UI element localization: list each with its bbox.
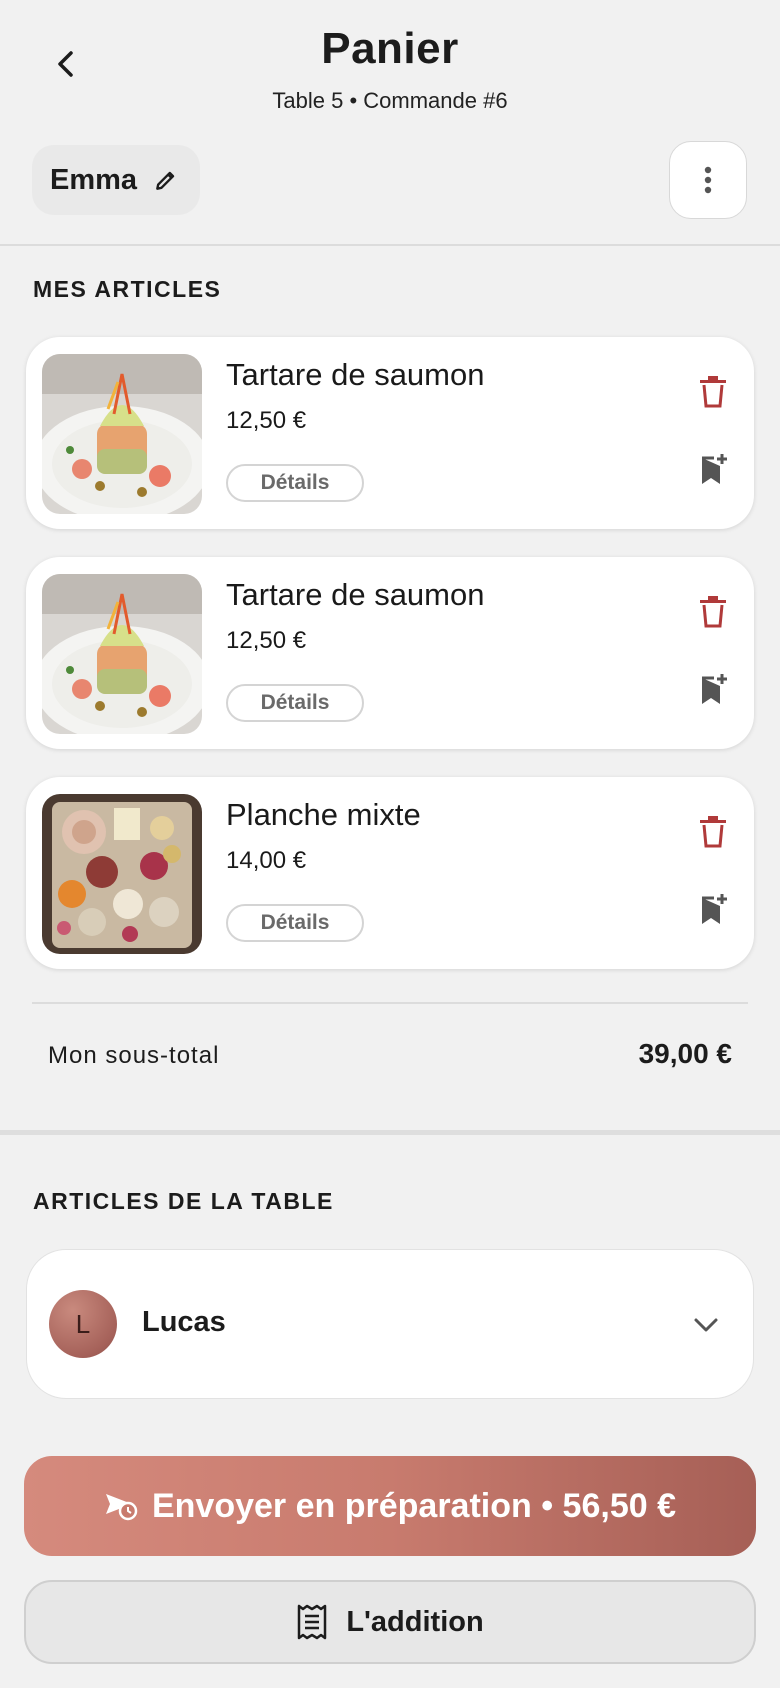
header: Panier Table 5 • Commande #6 Emma — [0, 0, 780, 245]
avatar: L — [49, 1290, 117, 1358]
item-price: 12,50 € — [226, 627, 307, 654]
send-to-kitchen-button[interactable]: Envoyer en préparation • 56,50 € — [24, 1456, 756, 1556]
details-button[interactable]: Détails — [226, 464, 364, 502]
trash-icon[interactable] — [698, 375, 728, 409]
section-divider — [0, 1130, 780, 1135]
trash-icon[interactable] — [698, 815, 728, 849]
pencil-icon — [156, 171, 175, 190]
header-divider — [0, 244, 780, 246]
item-price: 12,50 € — [226, 407, 307, 434]
subtotal-label: Mon sous-total — [48, 1042, 220, 1069]
details-button[interactable]: Détails — [226, 904, 364, 942]
page-title: Panier — [321, 24, 459, 73]
send-clock-icon — [105, 1494, 138, 1521]
bookmark-add-icon[interactable] — [698, 672, 728, 706]
salmon-tartare-image — [42, 574, 202, 734]
bill-button[interactable]: L'addition — [24, 1580, 756, 1664]
send-label: Envoyer en préparation • 56,50 € — [151, 1486, 676, 1525]
edit-name-chip[interactable]: Emma — [32, 145, 200, 215]
cart-item-card: Planche mixte 14,00 € Détails — [26, 777, 754, 969]
more-vertical-icon — [704, 166, 712, 194]
chevron-down-icon — [694, 1318, 718, 1332]
item-name: Tartare de saumon — [226, 357, 485, 392]
more-options-button[interactable] — [669, 141, 747, 219]
cart-item-card: Tartare de saumon 12,50 € Détails — [26, 337, 754, 529]
bill-label: L'addition — [346, 1605, 484, 1638]
page-subtitle: Table 5 • Commande #6 — [272, 88, 508, 113]
table-items-title: ARTICLES DE LA TABLE — [33, 1188, 334, 1214]
item-name: Planche mixte — [226, 797, 421, 832]
item-name: Tartare de saumon — [226, 577, 485, 612]
member-name: Lucas — [142, 1306, 226, 1338]
charcuterie-board-image — [42, 794, 202, 954]
cart-item-card: Tartare de saumon 12,50 € Détails — [26, 557, 754, 749]
receipt-icon — [298, 1604, 327, 1640]
bookmark-add-icon[interactable] — [698, 892, 728, 926]
subtotal-divider — [32, 1002, 748, 1004]
item-price: 14,00 € — [226, 847, 307, 874]
trash-icon[interactable] — [698, 595, 728, 629]
bookmark-add-icon[interactable] — [698, 452, 728, 486]
user-name: Emma — [50, 163, 138, 196]
details-button[interactable]: Détails — [226, 684, 364, 722]
subtotal-value: 39,00 € — [638, 1038, 732, 1069]
salmon-tartare-image — [42, 354, 202, 514]
my-items-title: MES ARTICLES — [33, 276, 222, 302]
table-member-row[interactable]: L Lucas — [26, 1249, 754, 1399]
